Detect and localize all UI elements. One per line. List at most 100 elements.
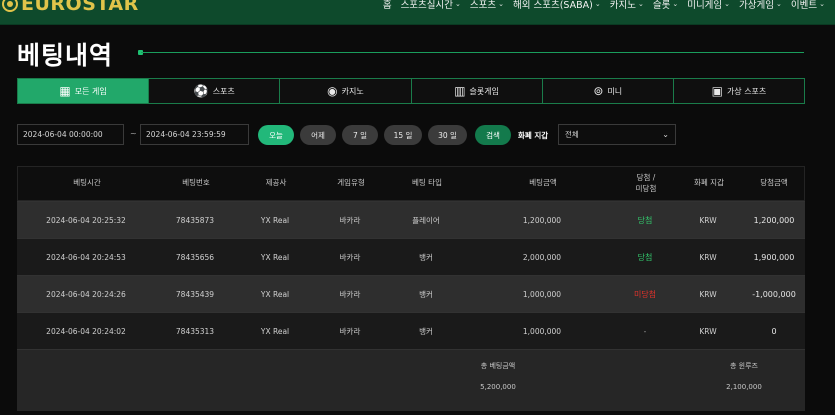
soccer-ball-icon: ⚽ [193, 84, 209, 98]
cell-provider: YX Real [260, 326, 290, 336]
tab-label: 미니 [607, 86, 623, 96]
brand-name: EUROSTAR [21, 0, 139, 15]
nav-label: 해외 스포츠(SABA) [513, 0, 593, 11]
yesterday-button[interactable]: 어제 [300, 125, 336, 145]
cell-payout: 0 [771, 326, 777, 336]
cell-amount: 1,000,000 [522, 326, 562, 336]
currency-select-value: 전체 [565, 130, 579, 139]
chevron-down-icon: ⌄ [776, 0, 782, 8]
chevron-down-icon: ⌄ [819, 0, 825, 8]
cell-result: 당첨 [637, 215, 653, 225]
cell-bet-type: 플레이어 [412, 215, 440, 225]
table-header: 베팅시간 베팅번호 제공사 게임유형 베팅 타입 베팅금액 당첨 / 미당첨 화… [17, 166, 805, 201]
tab-virtual-sports[interactable]: ▣ 가상 스포츠 [673, 79, 805, 103]
th-provider: 제공사 [265, 178, 287, 188]
nav-label: 슬롯 [652, 0, 671, 11]
currency-select[interactable]: 전체 ⌄ [558, 124, 676, 145]
chevron-down-icon: ⌄ [498, 0, 504, 8]
cell-wallet: KRW [699, 252, 717, 262]
nav-label: 카지노 [609, 0, 636, 11]
nav-item-home[interactable]: 홈 [383, 0, 392, 11]
slot-machine-icon: ▥ [454, 84, 466, 98]
cell-payout: 1,900,000 [753, 252, 795, 262]
cell-time: 2024-06-04 20:25:32 [46, 215, 126, 225]
nav-label: 미니게임 [687, 0, 723, 11]
7-days-button[interactable]: 7 일 [342, 125, 378, 145]
15-days-button[interactable]: 15 일 [384, 125, 422, 145]
cell-time: 2024-06-04 20:24:02 [46, 326, 126, 336]
cell-provider: YX Real [260, 289, 290, 299]
tab-slot-games[interactable]: ▥ 슬롯게임 [411, 79, 543, 103]
cell-payout: 1,200,000 [753, 215, 795, 225]
nav-label: 가상게임 [739, 0, 775, 11]
cell-amount: 1,000,000 [522, 289, 562, 299]
tab-all-games[interactable]: ▦ 모든 게임 [18, 79, 150, 103]
chevron-down-icon: ⌄ [662, 130, 669, 139]
cell-bet-type: 뱅커 [419, 252, 433, 262]
nav-item-event[interactable]: 이벤트 ⌄ [791, 0, 825, 11]
total-win-label: 총 윈루즈 [730, 362, 758, 370]
total-bet-label: 총 베팅금액 [480, 362, 516, 370]
today-button[interactable]: 오늘 [258, 125, 294, 145]
nav-item-saba[interactable]: 해외 스포츠(SABA) ⌄ [513, 0, 601, 11]
gamepad-icon: ⊚ [593, 84, 604, 98]
tab-sports[interactable]: ⚽ 스포츠 [149, 79, 281, 103]
tab-casino[interactable]: ◉ 카지노 [280, 79, 412, 103]
nav-label: 이벤트 [790, 0, 818, 11]
nav-label: 스포츠실시간 [400, 0, 454, 11]
total-win-value: 2,100,000 [726, 383, 762, 391]
currency-wallet-label: 화폐 지갑 [518, 131, 549, 140]
chevron-down-icon: ⌄ [672, 0, 679, 8]
chevron-down-icon: ⌄ [455, 0, 461, 8]
table-summary [17, 349, 805, 411]
grid-icon: ▦ [59, 84, 71, 98]
nav-item-live-sports[interactable]: 스포츠실시간 ⌄ [401, 0, 461, 11]
main-nav: 홈 스포츠실시간 ⌄ 스포츠 ⌄ 해외 스포츠(SABA) ⌄ 카지노 ⌄ 슬롯 ⌄ 미니… [383, 0, 825, 14]
nav-item-slot[interactable]: 슬롯 ⌄ [653, 0, 678, 11]
30-days-button[interactable]: 30 일 [428, 125, 467, 145]
tab-label: 카지노 [341, 86, 364, 96]
nav-item-casino[interactable]: 카지노 ⌄ [610, 0, 644, 11]
tab-label: 가상 스포츠 [726, 86, 767, 96]
chevron-down-icon: ⌄ [594, 0, 601, 8]
th-game-type: 게임유형 [337, 178, 365, 188]
tab-mini[interactable]: ⊚ 미니 [542, 79, 674, 103]
cell-amount: 1,200,000 [522, 215, 562, 225]
cell-id: 78435439 [175, 289, 215, 299]
nav-item-virtual[interactable]: 가상게임 ⌄ [739, 0, 782, 11]
table-row: 2024-06-04 20:24:02 78435313 YX Real 바카라… [17, 312, 805, 349]
cell-result: 당첨 [637, 252, 653, 262]
top-nav-bar: EUROSTAR 홈 스포츠실시간 ⌄ 스포츠 ⌄ 해외 스포츠(SABA) ⌄ 카지… [0, 0, 835, 25]
cell-id: 78435873 [175, 215, 215, 225]
date-separator: ~ [130, 129, 137, 138]
nav-label: 홈 [382, 0, 392, 11]
cell-bet-type: 뱅커 [419, 326, 433, 336]
brand-logo[interactable]: EUROSTAR [2, 0, 139, 15]
end-date-input[interactable]: 2024-06-04 23:59:59 [140, 124, 249, 145]
vr-icon: ▣ [711, 84, 723, 98]
table-row: 2024-06-04 20:25:32 78435873 YX Real 바카라… [17, 201, 805, 238]
nav-item-sports[interactable]: 스포츠 ⌄ [470, 0, 504, 11]
th-bet-time: 베팅시간 [73, 178, 101, 188]
tab-label: 모든 게임 [74, 86, 107, 96]
chevron-down-icon: ⌄ [724, 0, 731, 8]
cell-payout: -1,000,000 [752, 289, 796, 299]
category-tabs: ▦ 모든 게임 ⚽ 스포츠 ◉ 카지노 ▥ 슬롯게임 ⊚ 미니 ▣ 가상 스포츠 [17, 78, 805, 104]
cell-game: 바카라 [339, 326, 361, 336]
total-bet-value: 5,200,000 [480, 383, 516, 391]
cell-provider: YX Real [260, 215, 290, 225]
cell-amount: 2,000,000 [522, 252, 562, 262]
nav-item-minigame[interactable]: 미니게임 ⌄ [687, 0, 730, 11]
cell-result: 미당첨 [633, 289, 657, 299]
cell-game: 바카라 [339, 215, 361, 225]
cell-game: 바카라 [339, 252, 361, 262]
table-row: 2024-06-04 20:24:53 78435656 YX Real 바카라… [17, 238, 805, 275]
cell-wallet: KRW [699, 326, 717, 336]
cell-wallet: KRW [699, 289, 717, 299]
betting-history-table: 베팅시간 베팅번호 제공사 게임유형 베팅 타입 베팅금액 당첨 / 미당첨 화… [17, 166, 805, 411]
search-button[interactable]: 검색 [475, 125, 511, 145]
start-date-input[interactable]: 2024-06-04 00:00:00 [17, 124, 124, 145]
filter-bar: 2024-06-04 00:00:00 ~ 2024-06-04 23:59:5… [17, 123, 817, 146]
cell-bet-type: 뱅커 [419, 289, 433, 299]
th-result: 당첨 / 미당첨 [635, 173, 657, 193]
